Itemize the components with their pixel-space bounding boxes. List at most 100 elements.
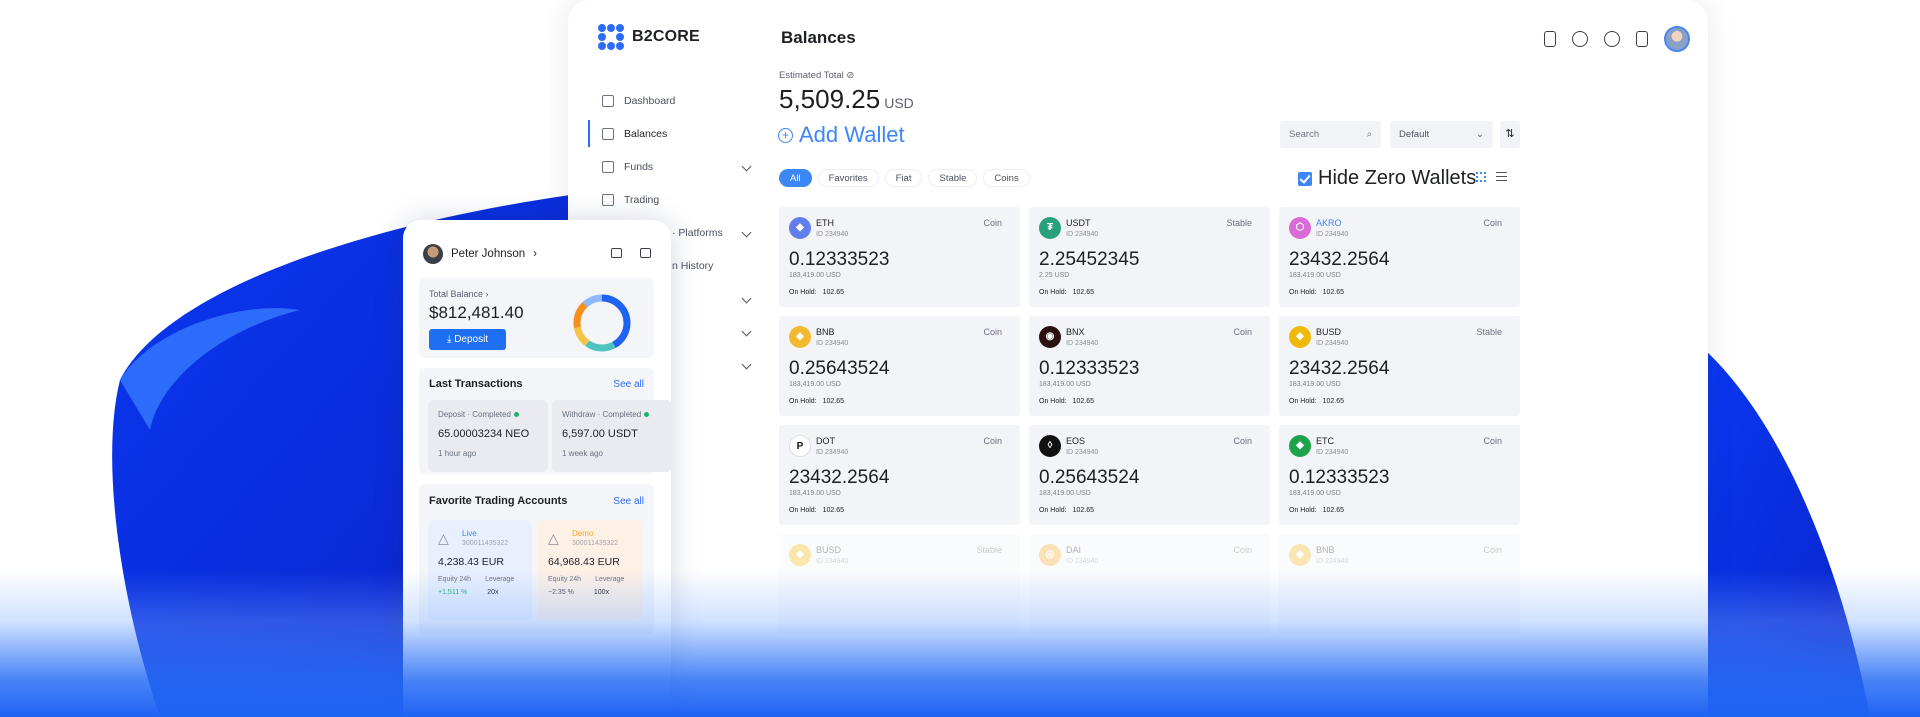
see-all-link[interactable]: See all — [613, 379, 644, 390]
sidebar-item-balances[interactable]: Balances — [588, 117, 730, 150]
on-hold-value: 102.65 — [1072, 507, 1095, 514]
filter-all[interactable]: All — [779, 169, 812, 187]
page-title: Balances — [781, 28, 856, 47]
sun-icon[interactable] — [1572, 31, 1588, 47]
globe-icon[interactable] — [1604, 31, 1620, 47]
wallet-amount: 2.25452345 — [1039, 249, 1140, 270]
wallet-card[interactable]: ⬡ AKRO ID 234940 Coin 23432.2564 183,419.00 U… — [1279, 207, 1520, 307]
list-view-icon[interactable] — [1496, 172, 1507, 181]
trading-account-card[interactable]: △ Live 300011435322 4,238.43 EUR Equity … — [428, 520, 532, 620]
filter-fiat[interactable]: Fiat — [884, 169, 923, 187]
wallet-card[interactable]: ◆ ETC ID 234940 Coin 0.12333523 183,419.00 US… — [1279, 425, 1520, 525]
wallet-card[interactable]: ◈ BNB ID 234940 Coin — [1279, 534, 1520, 634]
on-hold-value: 102.65 — [1322, 289, 1345, 296]
wallet-on-hold: On Hold: 102.65 — [789, 289, 844, 296]
wallet-card[interactable]: ◈ BUSD ID 234940 Stable 23432.2564 183,419.00… — [1279, 316, 1520, 416]
account-balance: 64,968.43 EUR — [548, 556, 620, 568]
platform-icon: △ — [548, 530, 559, 546]
eye-off-icon[interactable]: ⊘ — [846, 70, 854, 81]
filter-favorites[interactable]: Favorites — [817, 169, 879, 187]
on-hold-label: On Hold: — [789, 507, 817, 514]
hide-zero-wallets-toggle[interactable]: Hide Zero Wallets — [1298, 167, 1476, 190]
document-icon[interactable] — [1544, 31, 1556, 47]
chevron-right-icon: › — [533, 248, 538, 260]
bell-icon[interactable] — [1636, 31, 1648, 47]
sidebar-item-funds[interactable]: Funds — [590, 150, 752, 183]
transaction-card[interactable]: Deposit · Completed 65.00003234 NEO 1 ho… — [428, 400, 548, 472]
account-number: 300011435322 — [572, 540, 619, 547]
sidebar-item-dashboard[interactable]: Dashboard — [590, 84, 730, 117]
add-wallet-button[interactable]: + Add Wallet — [778, 122, 905, 148]
estimated-total-text: Estimated Total — [779, 70, 844, 81]
search-icon: ⌕ — [1366, 129, 1372, 140]
chevron-down-icon — [741, 359, 752, 370]
deposit-label: Deposit — [454, 334, 489, 345]
filter-stable[interactable]: Stable — [928, 169, 978, 187]
on-hold-label: On Hold: — [1039, 289, 1067, 296]
wallet-on-hold: On Hold: 102.65 — [789, 507, 844, 514]
sort-selected: Default — [1399, 129, 1430, 140]
transaction-time: 1 week ago — [562, 449, 603, 458]
grid-view-icon[interactable] — [1476, 172, 1486, 182]
transaction-card[interactable]: Withdraw · Completed 6,597.00 USDT 1 wee… — [552, 400, 671, 472]
chevron-down-icon — [741, 293, 752, 304]
wallet-card[interactable]: ₮ USDT ID 234940 Stable 2.25452345 2.25 USD On… — [1029, 207, 1270, 307]
coin-icon: ◎ — [1039, 544, 1061, 566]
wallet-id: ID 234940 — [1066, 558, 1099, 565]
trading-account-card[interactable]: △ Demo 300011435322 64,968.43 EUR Equity… — [538, 520, 642, 620]
sidebar-item-label: Trading — [624, 193, 660, 206]
wallet-usd-value: 183,419.00 USD — [1289, 490, 1341, 497]
deposit-button[interactable]: ⤓ Deposit — [429, 329, 507, 350]
wallet-type: Coin — [1483, 545, 1502, 555]
wallet-id: ID 234940 — [816, 558, 849, 565]
menu-icon[interactable] — [611, 248, 622, 258]
last-transactions-card: Last Transactions See all Deposit · Comp… — [419, 368, 671, 474]
wallet-card[interactable]: ◎ DAI ID 234940 Coin — [1029, 534, 1270, 634]
user-name: Peter Johnson — [451, 248, 526, 260]
sort-select[interactable]: Default ⌄ — [1390, 121, 1493, 148]
on-hold-value: 102.65 — [1322, 507, 1345, 514]
search-input[interactable]: Search ⌕ — [1280, 121, 1381, 148]
sidebar-item-label: Funds — [624, 160, 654, 173]
transaction-status: Deposit · Completed — [438, 410, 538, 419]
total-balance-value: $812,481.40 — [429, 303, 524, 322]
see-all-link[interactable]: See all — [613, 496, 644, 507]
chevron-down-icon — [741, 227, 752, 238]
sidebar-item-trading[interactable]: Trading — [590, 183, 730, 216]
wallet-usd-value: 183,419.00 USD — [1289, 381, 1341, 388]
wallet-card[interactable]: ◆ ETH ID 234940 Coin 0.12333523 183,419.00 US… — [779, 207, 1020, 307]
avatar — [423, 244, 443, 264]
chevron-down-icon: ⌄ — [1476, 129, 1484, 140]
wallet-card[interactable]: ◊ EOS ID 234940 Coin 0.25643524 183,419.00 US… — [1029, 425, 1270, 525]
bell-icon[interactable] — [640, 248, 651, 258]
coin-icon: ◊ — [1039, 435, 1061, 457]
wallet-card[interactable]: ◈ BNB ID 234940 Coin 0.25643524 183,419.00 US… — [779, 316, 1020, 416]
avatar[interactable] — [1664, 26, 1690, 52]
filter-coins[interactable]: Coins — [983, 169, 1030, 187]
status-dot-icon — [513, 412, 519, 417]
chevron-down-icon — [741, 161, 752, 172]
brand-logo[interactable]: B2CORE — [598, 24, 700, 50]
wallet-amount: 0.25643524 — [1039, 467, 1140, 488]
sort-order-button[interactable]: ⇅ — [1500, 121, 1520, 148]
estimated-total-value: 5,509.25 USD — [779, 84, 914, 115]
wallet-usd-value: 2.25 USD — [1039, 272, 1070, 279]
transfer-icon — [602, 160, 614, 173]
coin-icon: ◈ — [1289, 544, 1311, 566]
sidebar-item-label: Dashboard — [624, 94, 676, 107]
user-menu[interactable]: Peter Johnson › — [423, 244, 537, 264]
on-hold-label: On Hold: — [1289, 398, 1317, 405]
wallet-card[interactable]: P DOT ID 234940 Coin 23432.2564 183,419.00 US… — [779, 425, 1020, 525]
checkbox-checked-icon[interactable] — [1298, 171, 1312, 186]
transaction-status-text: Deposit · Completed — [438, 410, 511, 419]
wallet-card[interactable]: ◈ BUSD ID 234940 Stable — [779, 534, 1020, 634]
account-stats-labels: Equity 24h Leverage — [438, 576, 522, 583]
account-balance: 4,238.43 EUR — [438, 556, 504, 568]
wallet-card[interactable]: ◉ BNX ID 234940 Coin 0.12333523 183,419.00 US… — [1029, 316, 1270, 416]
account-kind: Demo — [572, 529, 594, 538]
plus-icon: + — [778, 127, 793, 143]
wallet-type: Coin — [1483, 436, 1502, 446]
view-switcher — [1476, 172, 1507, 182]
wallet-type: Stable — [1476, 327, 1502, 337]
wallet-on-hold: On Hold: 102.65 — [1039, 289, 1094, 296]
